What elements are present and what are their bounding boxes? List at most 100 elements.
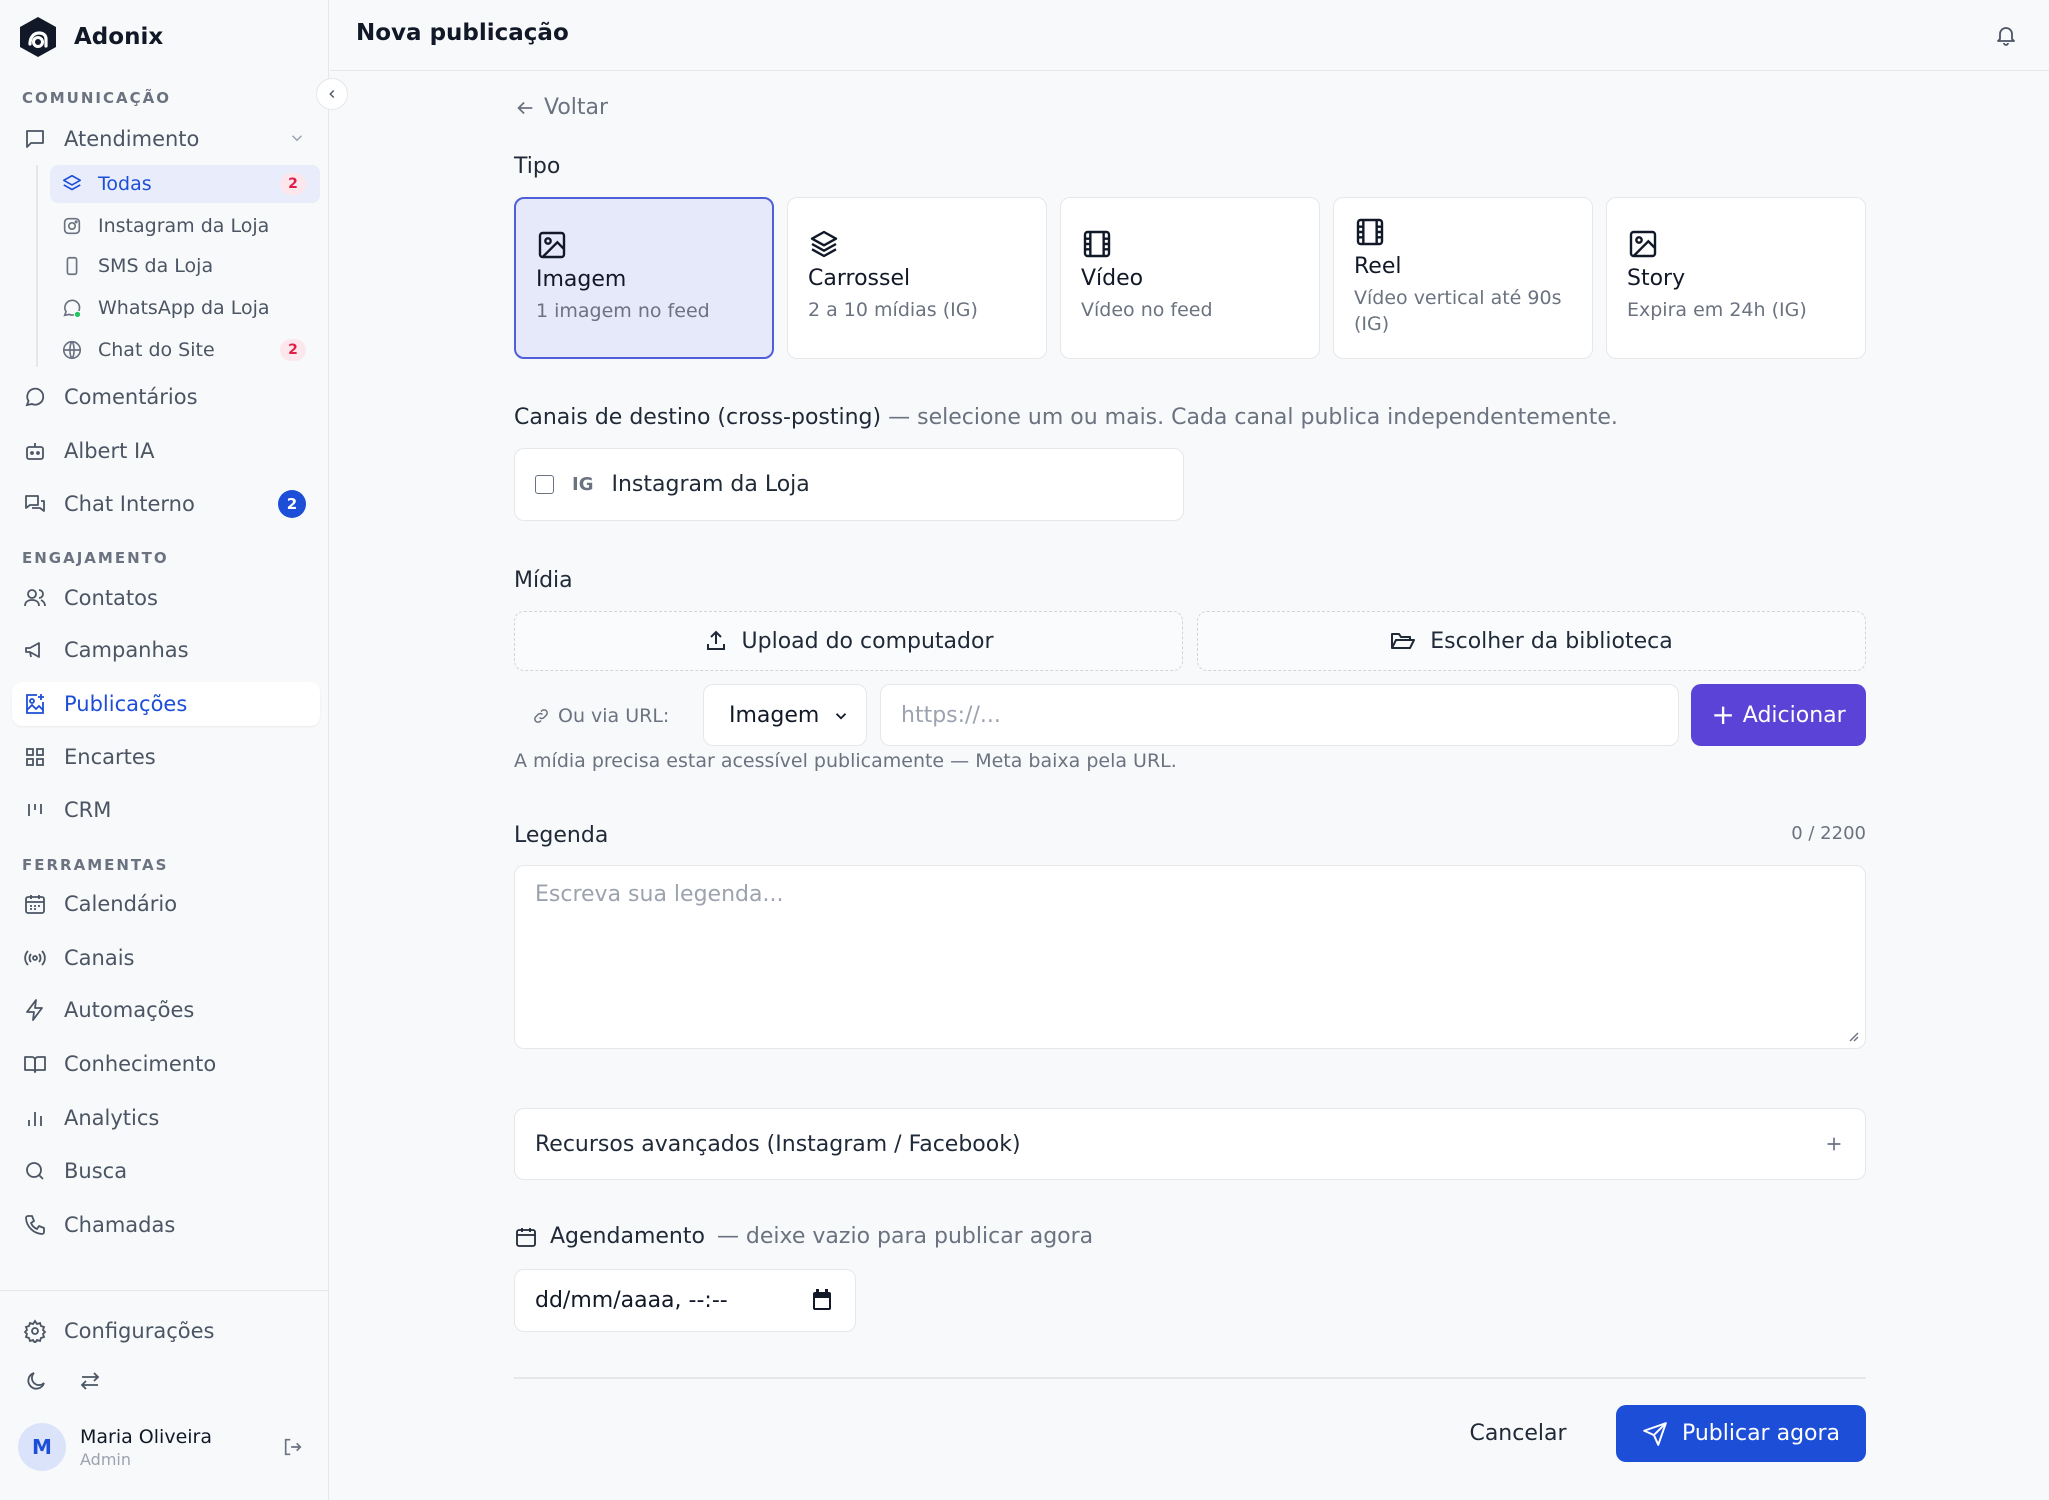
sidebar-item-publicacoes[interactable]: Publicações	[12, 682, 320, 726]
sidebar-item-crm[interactable]: CRM	[12, 788, 320, 832]
chevron-down-icon	[832, 707, 850, 725]
unread-count-badge: 2	[280, 339, 306, 361]
zap-icon	[22, 997, 48, 1023]
folder-open-icon	[1391, 633, 1416, 649]
avatar: M	[18, 1423, 66, 1471]
sidebar-item-label: Publicações	[64, 692, 188, 716]
moon-icon[interactable]	[22, 1367, 50, 1395]
submenu-rail	[36, 165, 38, 367]
publish-label: Publicar agora	[1681, 1421, 1841, 1446]
tipo-label: Tipo	[514, 154, 561, 179]
sidebar-item-campanhas[interactable]: Campanhas	[12, 628, 320, 672]
sidebar-item-label: Chat Interno	[64, 492, 195, 516]
sidebar-subitem-label: Chat do Site	[98, 339, 215, 361]
megaphone-icon	[22, 637, 48, 663]
bell-icon[interactable]	[1991, 20, 2021, 50]
sidebar-item-automacoes[interactable]: Automações	[12, 988, 320, 1032]
page-title: Nova publicação	[356, 20, 569, 46]
users-icon	[22, 585, 48, 611]
whatsapp-icon	[60, 296, 84, 320]
caption-char-count: 0 / 2200	[1791, 823, 1866, 844]
library-button[interactable]: Escolher da biblioteca	[1197, 611, 1866, 671]
type-card-reel[interactable]: Reel Vídeo vertical até 90s (IG)	[1333, 197, 1593, 359]
type-card-imagem[interactable]: Imagem 1 imagem no feed	[514, 197, 774, 359]
sidebar-item-conhecimento[interactable]: Conhecimento	[12, 1042, 320, 1086]
resize-grip-icon[interactable]	[1847, 1030, 1859, 1042]
logout-icon[interactable]	[280, 1434, 306, 1460]
sidebar-subitem-instagram[interactable]: Instagram da Loja	[50, 207, 320, 245]
calendar-icon	[22, 891, 48, 917]
url-label-text: Ou via URL:	[558, 705, 670, 727]
brand[interactable]: Adonix	[18, 16, 163, 58]
sidebar-subitem-label: Todas	[98, 173, 152, 195]
instagram-icon	[60, 214, 84, 238]
sidebar-item-label: Contatos	[64, 586, 158, 610]
sidebar-subitem-label: SMS da Loja	[98, 255, 214, 277]
sidebar-item-atendimento[interactable]: Atendimento	[12, 117, 320, 161]
sidebar-item-chamadas[interactable]: Chamadas	[12, 1203, 320, 1247]
calendar-picker-icon[interactable]	[811, 1288, 833, 1312]
bar-chart-icon	[22, 1105, 48, 1131]
channel-option-instagram[interactable]: IG Instagram da Loja	[514, 448, 1184, 521]
sidebar: Adonix COMUNICAÇÃO Atendimento Todas 2 I…	[0, 0, 329, 1500]
message-circle-icon	[22, 384, 48, 410]
sidebar-item-busca[interactable]: Busca	[12, 1149, 320, 1193]
sidebar-subitem-sms[interactable]: SMS da Loja	[50, 247, 320, 285]
utility-row	[22, 1367, 104, 1395]
upload-label: Upload do computador	[741, 628, 994, 654]
type-card-carrossel[interactable]: Carrossel 2 a 10 mídias (IG)	[787, 197, 1047, 359]
sidebar-item-label: Chamadas	[64, 1213, 176, 1237]
midia-label: Mídia	[514, 568, 573, 593]
sidebar-item-canais[interactable]: Canais	[12, 936, 320, 980]
sidebar-item-chat-interno[interactable]: Chat Interno 2	[12, 482, 320, 526]
sidebar-item-analytics[interactable]: Analytics	[12, 1096, 320, 1140]
section-label-engajamento: ENGAJAMENTO	[22, 549, 169, 567]
type-card-video[interactable]: Vídeo Vídeo no feed	[1060, 197, 1320, 359]
upload-computer-button[interactable]: Upload do computador	[514, 611, 1183, 671]
caption-textarea[interactable]: Escreva sua legenda...	[514, 865, 1866, 1049]
sidebar-subitem-chat-site[interactable]: Chat do Site 2	[50, 331, 320, 369]
publish-now-button[interactable]: Publicar agora	[1616, 1405, 1866, 1462]
film-icon	[1356, 218, 1384, 246]
advanced-features-toggle[interactable]: Recursos avançados (Instagram / Facebook…	[514, 1108, 1866, 1180]
user-info: Maria Oliveira Admin	[80, 1426, 212, 1469]
library-label: Escolher da biblioteca	[1430, 628, 1673, 654]
sidebar-item-albert-ia[interactable]: Albert IA	[12, 429, 320, 473]
chevron-down-icon	[288, 129, 306, 147]
gear-icon	[22, 1318, 48, 1344]
sidebar-item-label: Albert IA	[64, 439, 155, 463]
media-url-input[interactable]	[880, 684, 1679, 746]
agendamento-title: Agendamento	[550, 1224, 705, 1249]
collapse-sidebar-button[interactable]	[316, 78, 348, 110]
advanced-label: Recursos avançados (Instagram / Facebook…	[535, 1131, 1021, 1157]
schedule-datetime-input[interactable]: dd/mm/aaaa, --:--	[514, 1269, 856, 1332]
plus-icon	[1827, 1137, 1841, 1151]
canais-title: Canais de destino (cross-posting)	[514, 405, 882, 430]
legenda-label: Legenda	[514, 823, 609, 848]
user-name: Maria Oliveira	[80, 1425, 212, 1448]
layers-icon	[810, 230, 838, 258]
sidebar-subitem-whatsapp[interactable]: WhatsApp da Loja	[50, 289, 320, 327]
sidebar-item-configuracoes[interactable]: Configurações	[12, 1309, 320, 1353]
cancel-button[interactable]: Cancelar	[1450, 1405, 1586, 1461]
user-profile[interactable]: M Maria Oliveira Admin	[18, 1422, 318, 1472]
sidebar-item-comentarios[interactable]: Comentários	[12, 375, 320, 419]
add-media-button[interactable]: + Adicionar	[1691, 684, 1866, 746]
film-icon	[1083, 230, 1111, 258]
phone-call-icon	[22, 1212, 48, 1238]
type-card-story[interactable]: Story Expira em 24h (IG)	[1606, 197, 1866, 359]
adonix-logo-icon	[20, 17, 56, 57]
globe-icon	[60, 338, 84, 362]
sidebar-item-calendario[interactable]: Calendário	[12, 882, 320, 926]
url-label: Ou via URL:	[532, 701, 669, 731]
sidebar-subitem-todas[interactable]: Todas 2	[50, 165, 320, 203]
type-description: 2 a 10 mídias (IG)	[808, 299, 978, 321]
sidebar-item-encartes[interactable]: Encartes	[12, 735, 320, 779]
agendamento-label: Agendamento — deixe vazio para publicar …	[514, 1224, 1093, 1249]
media-type-select[interactable]: Imagem	[703, 684, 867, 746]
channel-checkbox[interactable]	[535, 475, 554, 494]
back-link[interactable]: Voltar	[514, 95, 608, 120]
sidebar-subitem-label: Instagram da Loja	[98, 215, 270, 237]
sidebar-item-contatos[interactable]: Contatos	[12, 576, 320, 620]
switch-arrows-icon[interactable]	[76, 1367, 104, 1395]
